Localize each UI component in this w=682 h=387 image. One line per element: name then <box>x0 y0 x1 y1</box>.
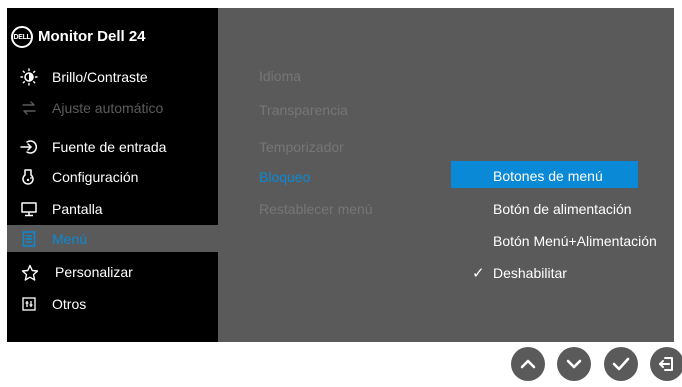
down-arrow-icon <box>566 359 582 369</box>
submenu-item-transparency[interactable]: Transparencia <box>259 102 348 118</box>
menu-item-configuration[interactable]: Configuración <box>7 163 218 191</box>
others-icon <box>20 295 38 313</box>
menu-label-display: Pantalla <box>52 201 103 217</box>
confirm-button[interactable] <box>604 347 638 381</box>
monitor-title: Monitor Dell 24 <box>38 28 146 45</box>
submenu-item-reset-menu[interactable]: Restablecer menú <box>259 201 373 217</box>
submenu-item-timer[interactable]: Temporizador <box>259 139 344 155</box>
menu-item-input-source[interactable]: Fuente de entrada <box>7 133 218 161</box>
menu-item-personalize[interactable]: Personalizar <box>7 258 218 286</box>
color-icon <box>20 168 38 186</box>
menu-icon <box>20 230 38 248</box>
menu-item-brightness-contrast[interactable]: Brillo/Contraste <box>7 63 218 91</box>
submenu-item-lock[interactable]: Bloqueo <box>259 169 310 185</box>
main-menu-panel: DELL Monitor Dell 24 Brillo/Contraste Aj… <box>7 8 218 342</box>
menu-label-auto-adjust: Ajuste automático <box>52 100 164 116</box>
menu-item-others[interactable]: Otros <box>7 290 218 318</box>
up-arrow-icon <box>520 359 536 369</box>
auto-adjust-icon <box>20 99 38 117</box>
brightness-icon <box>20 68 38 86</box>
star-icon <box>21 264 39 282</box>
menu-label-configuration: Configuración <box>52 169 139 185</box>
down-button[interactable] <box>557 347 591 381</box>
dell-logo: DELL <box>11 26 33 48</box>
menu-item-menu[interactable]: Menú <box>7 225 218 252</box>
input-source-icon <box>20 138 38 156</box>
menu-item-auto-adjust: Ajuste automático <box>7 94 218 122</box>
lock-option-disable[interactable]: Deshabilitar <box>493 265 567 281</box>
exit-button[interactable] <box>650 347 682 381</box>
menu-label-menu: Menú <box>52 231 88 247</box>
menu-item-display[interactable]: Pantalla <box>7 195 218 223</box>
check-icon <box>612 357 630 371</box>
submenu-item-language[interactable]: Idioma <box>259 68 301 84</box>
display-icon <box>20 200 38 218</box>
lock-option-menu-power-buttons[interactable]: Botón Menú+Alimentación <box>493 233 657 249</box>
menu-label-others: Otros <box>52 296 87 312</box>
menu-label-brightness-contrast: Brillo/Contraste <box>52 69 148 85</box>
exit-icon <box>659 357 673 371</box>
lock-option-menu-buttons[interactable]: Botones de menú <box>493 168 603 184</box>
menu-label-input-source: Fuente de entrada <box>52 139 167 155</box>
menu-label-personalize: Personalizar <box>55 264 133 280</box>
lock-option-power-button[interactable]: Botón de alimentación <box>493 201 632 217</box>
check-icon: ✓ <box>472 265 485 282</box>
up-button[interactable] <box>511 347 545 381</box>
